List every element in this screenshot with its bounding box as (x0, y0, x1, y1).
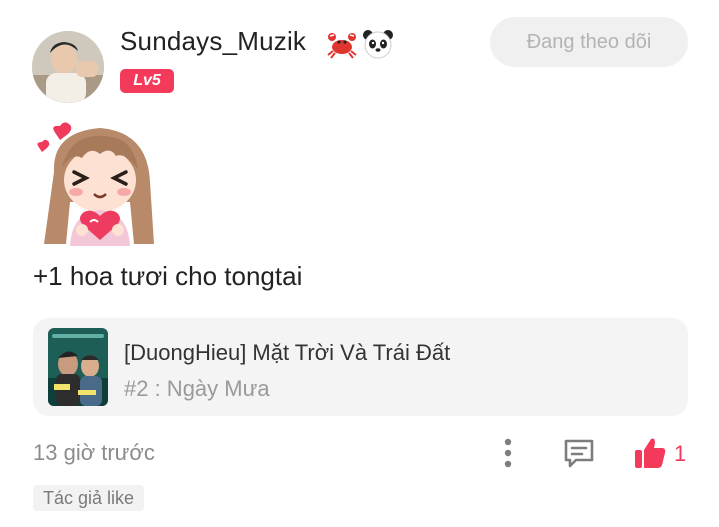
level-badge: Lv5 (120, 69, 174, 93)
more-options-icon[interactable] (498, 436, 518, 470)
song-thumbnail (48, 328, 108, 406)
username[interactable]: Sundays_Muzik (120, 26, 306, 57)
song-subtitle: #2 : Ngày Mưa (124, 376, 270, 401)
thumbs-up-icon[interactable] (632, 435, 668, 471)
avatar[interactable] (32, 31, 104, 103)
crab-icon (327, 33, 357, 59)
panda-icon (363, 30, 393, 59)
like-count: 1 (674, 441, 687, 466)
post-timestamp: 13 giờ trước (33, 440, 155, 465)
comment-text: +1 hoa tươi cho tongtai (33, 261, 303, 291)
author-like-badge: Tác giả like (33, 485, 145, 511)
username-emojis (325, 27, 395, 61)
song-title: [DuongHieu] Mặt Trời Và Trái Đất (124, 340, 451, 365)
song-card[interactable]: [DuongHieu] Mặt Trời Và Trái Đất #2 : Ng… (33, 318, 688, 416)
comment-icon[interactable] (562, 436, 596, 470)
following-button[interactable]: Đang theo dõi (490, 17, 688, 67)
song-cover-image (48, 328, 108, 406)
avatar-image (32, 31, 104, 103)
comment-sticker (30, 112, 162, 246)
girl-heart-sticker-image (37, 122, 154, 246)
